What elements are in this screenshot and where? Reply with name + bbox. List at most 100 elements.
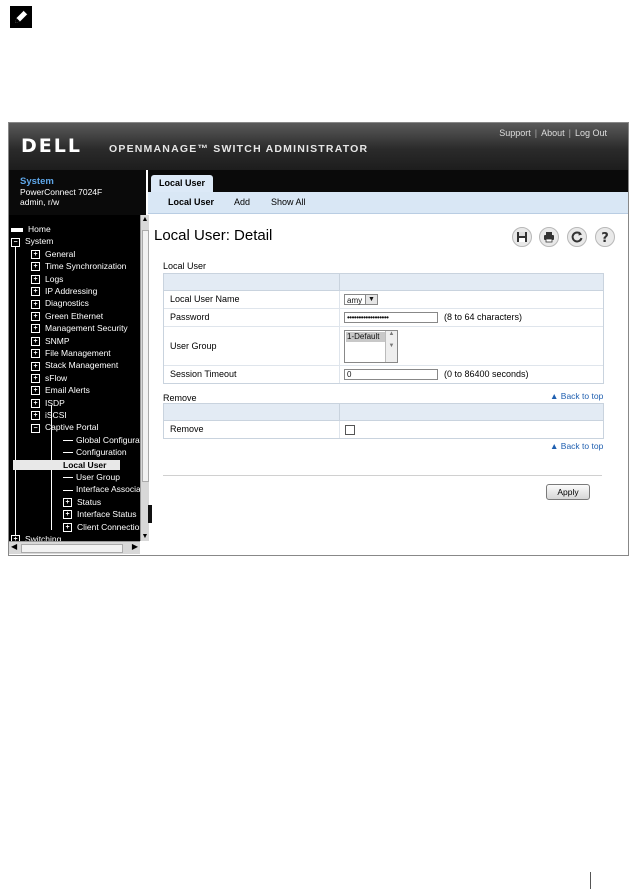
- expand-icon[interactable]: +: [63, 498, 72, 508]
- expand-icon[interactable]: +: [31, 262, 40, 272]
- subnav-show-all[interactable]: Show All: [271, 197, 306, 207]
- sub-navigation: Local User Add Show All: [148, 192, 628, 214]
- tree-item[interactable]: + ISDP: [31, 398, 65, 408]
- apply-button[interactable]: Apply: [546, 484, 590, 500]
- hscroll-thumb[interactable]: [21, 544, 123, 553]
- expand-icon[interactable]: +: [63, 522, 72, 532]
- user-group-option[interactable]: 1-Default: [346, 332, 386, 342]
- expand-icon[interactable]: +: [31, 336, 40, 346]
- support-link[interactable]: Support: [499, 128, 531, 138]
- tree-item[interactable]: Local User: [13, 459, 121, 470]
- tree-item[interactable]: + SNMP: [31, 336, 70, 346]
- expand-icon[interactable]: +: [31, 386, 40, 396]
- chevron-down-icon[interactable]: ▼: [365, 295, 377, 304]
- tree-item-label: Local User: [63, 459, 107, 470]
- remove-checkbox[interactable]: [345, 425, 355, 435]
- session-timeout-input[interactable]: 0: [344, 369, 438, 380]
- page-title: Local User: Detail: [154, 227, 273, 244]
- back-to-top-link[interactable]: ▲ Back to top: [550, 441, 603, 451]
- tree-item[interactable]: + sFlow: [31, 373, 67, 384]
- tree-item-label: Status: [77, 496, 102, 507]
- scroll-thumb[interactable]: [142, 230, 149, 482]
- tree-item[interactable]: + iSCSI: [31, 410, 67, 421]
- tree-vertical-scrollbar[interactable]: ▲ ▼: [140, 215, 149, 541]
- tree-item[interactable]: Global Configuration: [63, 435, 140, 445]
- table-row: Password •••••••••••••••••• (8 to 64 cha…: [164, 309, 603, 327]
- expand-icon[interactable]: +: [31, 324, 40, 334]
- table-row: User Group 1-Default ▲ ▼: [164, 327, 603, 366]
- subnav-add[interactable]: Add: [234, 197, 250, 207]
- tree-item[interactable]: + Stack Management: [31, 360, 118, 371]
- save-button[interactable]: [512, 227, 532, 247]
- svg-text:?: ?: [601, 231, 609, 244]
- tree-item[interactable]: + Green Ethernet: [31, 311, 103, 322]
- scroll-down-icon[interactable]: ▼: [141, 533, 149, 540]
- tree-item-label: Management Security: [45, 323, 128, 334]
- collapse-icon[interactable]: −: [31, 423, 40, 433]
- about-link[interactable]: About: [541, 128, 565, 138]
- password-input[interactable]: ••••••••••••••••••: [344, 312, 438, 323]
- help-button[interactable]: ?: [595, 227, 615, 247]
- listbox-scrollbar[interactable]: ▲ ▼: [385, 331, 397, 362]
- tree-item[interactable]: + Time Synchronization: [31, 261, 126, 272]
- tab-local-user[interactable]: Local User: [151, 175, 214, 192]
- tree-connector: [63, 477, 73, 479]
- refresh-button[interactable]: [567, 227, 587, 247]
- expand-icon[interactable]: +: [31, 398, 40, 408]
- help-icon: ?: [601, 231, 609, 244]
- tree-horizontal-scrollbar[interactable]: ◀ ▶: [9, 541, 140, 554]
- remove-table: Remove: [163, 403, 604, 439]
- remove-section-label: Remove: [163, 393, 197, 403]
- tree-item[interactable]: + Status: [63, 496, 102, 508]
- tree-item[interactable]: + Logs: [31, 274, 63, 284]
- tree-item[interactable]: + Interface Status: [63, 509, 137, 520]
- tree-item[interactable]: + General: [31, 249, 75, 260]
- scroll-left-icon[interactable]: ◀: [11, 542, 17, 551]
- system-user: admin, r/w: [20, 197, 60, 207]
- expand-icon[interactable]: +: [31, 361, 40, 371]
- local-user-name-select[interactable]: amy ▼: [344, 294, 378, 305]
- pane-splitter[interactable]: [148, 505, 152, 523]
- expand-icon[interactable]: +: [31, 374, 40, 384]
- tree-item[interactable]: + Client Connection: [63, 522, 140, 532]
- tree-item[interactable]: User Group: [63, 472, 120, 482]
- expand-icon[interactable]: +: [31, 250, 40, 260]
- expand-icon[interactable]: +: [31, 349, 40, 359]
- tree-item[interactable]: Configuration: [63, 447, 127, 457]
- tree-item[interactable]: + Diagnostics: [31, 298, 89, 309]
- tree-item-label: Home: [28, 224, 51, 234]
- tree-item[interactable]: + Management Security: [31, 323, 128, 334]
- password-label: Password: [170, 312, 210, 322]
- back-to-top-link[interactable]: ▲ Back to top: [550, 391, 603, 401]
- scroll-right-icon[interactable]: ▶: [132, 542, 138, 551]
- expand-icon[interactable]: +: [31, 287, 40, 297]
- tree-item-label: User Group: [76, 472, 120, 482]
- tree-item[interactable]: − System: [11, 236, 53, 247]
- tree-item-label: Interface Status: [77, 509, 137, 520]
- tree-item[interactable]: + File Management: [31, 348, 111, 359]
- system-title[interactable]: System: [20, 176, 54, 187]
- expand-icon[interactable]: +: [63, 510, 72, 520]
- tree-item-label: Captive Portal: [45, 422, 99, 433]
- expand-icon[interactable]: +: [31, 312, 40, 322]
- tree-item[interactable]: − Captive Portal: [31, 422, 99, 433]
- tree-item[interactable]: Home: [11, 224, 51, 234]
- tree-item-label: Email Alerts: [45, 385, 90, 396]
- session-timeout-label: Session Timeout: [170, 369, 237, 379]
- expand-icon[interactable]: +: [31, 274, 40, 284]
- tree-item[interactable]: + Switching: [11, 534, 61, 541]
- user-group-listbox[interactable]: 1-Default ▲ ▼: [344, 330, 398, 363]
- tree-item[interactable]: + Email Alerts: [31, 385, 90, 396]
- logout-link[interactable]: Log Out: [575, 128, 607, 138]
- password-hint: (8 to 64 characters): [444, 312, 523, 322]
- tree-connector: [63, 489, 73, 491]
- subnav-local-user[interactable]: Local User: [168, 197, 214, 207]
- tree-item[interactable]: + IP Addressing: [31, 286, 97, 297]
- scroll-up-icon[interactable]: ▲: [141, 216, 149, 223]
- expand-icon[interactable]: +: [31, 411, 40, 421]
- collapse-icon[interactable]: −: [11, 237, 20, 247]
- expand-icon[interactable]: +: [31, 299, 40, 309]
- print-button[interactable]: [539, 227, 559, 247]
- tree-item[interactable]: Interface Association: [63, 484, 140, 494]
- local-user-table: Local User Name amy ▼ Password •••••••••…: [163, 273, 604, 384]
